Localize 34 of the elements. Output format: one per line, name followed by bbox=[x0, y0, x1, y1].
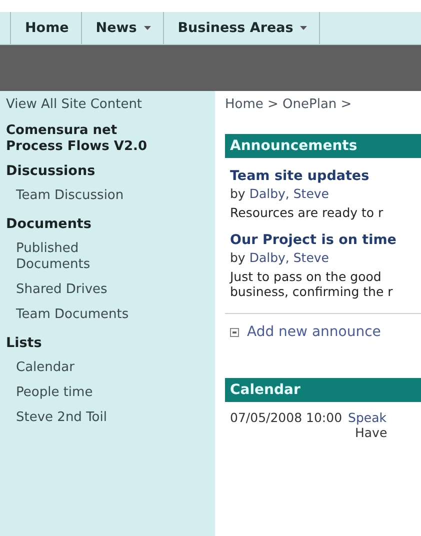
announcements-header: Announcements bbox=[225, 134, 421, 158]
author-link[interactable]: Dalby, Steve bbox=[249, 186, 329, 201]
nav-tab[interactable]: Business Areas bbox=[164, 12, 320, 44]
author-link[interactable]: Dalby, Steve bbox=[249, 250, 329, 265]
sidebar-item[interactable]: Steve 2nd Toil bbox=[6, 410, 136, 426]
event-detail: Have bbox=[354, 425, 388, 440]
announcement-text: business, confirming the r bbox=[230, 284, 394, 299]
announcement-text: Resources are ready to r bbox=[230, 205, 384, 220]
nav-tab[interactable]: News bbox=[82, 12, 164, 44]
view-all-link[interactable]: View All Site Content bbox=[6, 97, 215, 112]
section-heading[interactable]: Discussions bbox=[6, 163, 215, 179]
announcement-text: Just to pass on the good bbox=[230, 269, 382, 284]
calendar-header: Calendar bbox=[225, 378, 421, 402]
site-title: Comensura net Process Flows V2.0 bbox=[6, 123, 148, 155]
sidebar-item[interactable]: Published Documents bbox=[6, 241, 136, 273]
author-line: by Dalby, Steve bbox=[230, 250, 330, 265]
add-icon bbox=[230, 328, 239, 336]
add-announcement-link[interactable]: Add new announce bbox=[247, 324, 381, 340]
sidebar-item[interactable]: Calendar bbox=[6, 360, 136, 376]
nav-tab[interactable]: Home bbox=[10, 12, 82, 44]
event-link[interactable]: Speak bbox=[348, 410, 387, 425]
announcement-title[interactable]: Team site updates bbox=[230, 168, 421, 184]
caret-icon bbox=[300, 26, 308, 30]
sidebar-item[interactable]: People time bbox=[6, 385, 136, 401]
sidebar-item[interactable]: Team Discussion bbox=[6, 188, 136, 204]
section-heading[interactable]: Documents bbox=[6, 216, 215, 232]
section-heading[interactable]: Lists bbox=[6, 335, 215, 351]
announcement-title[interactable]: Our Project is on time bbox=[230, 232, 421, 248]
sidebar-item[interactable]: Shared Drives bbox=[6, 282, 136, 298]
author-line: by Dalby, Steve bbox=[230, 186, 330, 201]
sidebar-item[interactable]: Team Documents bbox=[6, 307, 136, 323]
event-time: 07/05/2008 10:00 bbox=[230, 410, 342, 425]
caret-icon bbox=[144, 26, 151, 30]
breadcrumb[interactable]: Home > OnePlan > bbox=[225, 97, 421, 112]
